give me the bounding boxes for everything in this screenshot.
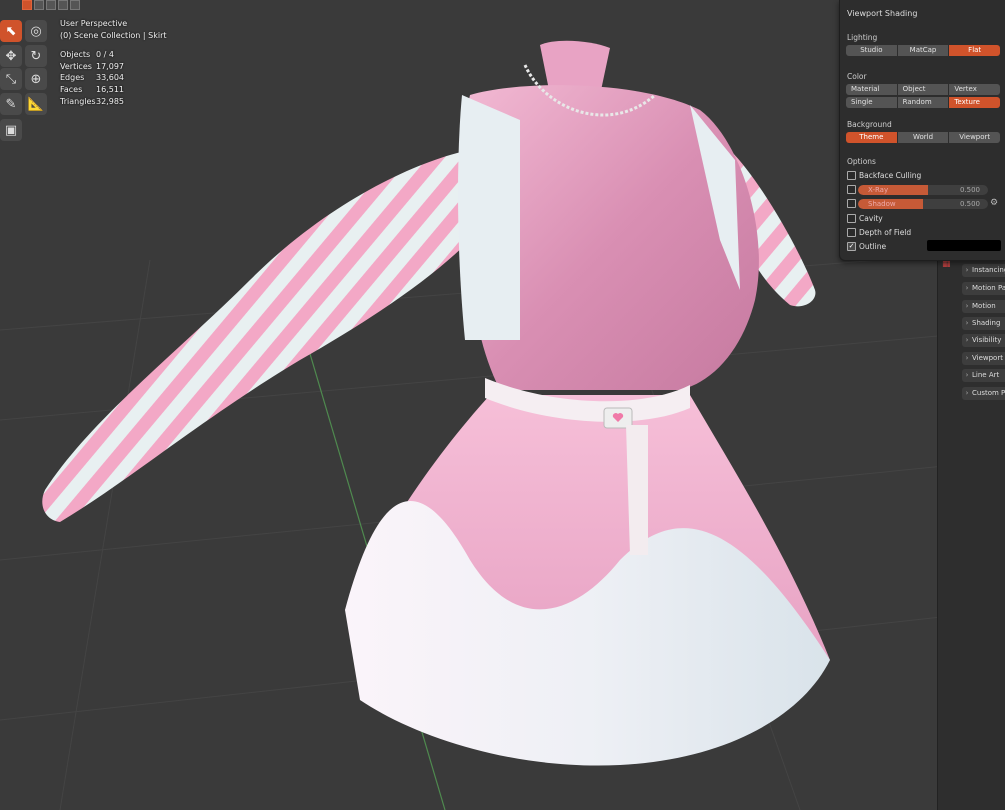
panel-shading[interactable]: › Shading [962,317,1005,330]
gear-icon[interactable]: ⚙ [990,198,998,208]
add-cube-tool-icon[interactable]: ▣ [0,119,22,141]
panel-visibility[interactable]: › Visibility [962,334,1005,347]
select-extend-icon[interactable] [34,0,44,10]
rotate-tool-icon[interactable]: ↻ [25,45,47,67]
chevron-right-icon: › [965,354,969,362]
color-object-button[interactable]: Object [897,84,950,95]
shadow-value: 0.500 [959,200,980,208]
chevron-right-icon: › [965,371,969,379]
checkbox-icon [847,214,856,223]
color-single-button[interactable]: Single [846,97,898,108]
measure-tool-icon[interactable]: 📐 [25,93,47,115]
popover-title: Viewport Shading [847,9,918,18]
lighting-flat-button[interactable]: Flat [949,45,1001,56]
stat-row: Triangles 32,985 [60,96,124,106]
xray-slider[interactable]: X-Ray 0.500 [858,185,988,195]
background-theme-button[interactable]: Theme [846,132,898,143]
checkbox-icon [847,185,856,194]
panel-line-art[interactable]: › Line Art [962,369,1005,382]
color-vertex-button[interactable]: Vertex [949,84,1001,95]
collection-name: (0) Scene Collection | Skirt [60,30,167,40]
lighting-label: Lighting [847,33,878,42]
checkbox-icon [847,228,856,237]
chevron-right-icon: › [965,389,969,397]
outline-color-swatch[interactable] [927,240,1001,251]
chevron-right-icon: › [965,336,969,344]
panel-custom-properties[interactable]: › Custom P [962,387,1005,400]
xray-label: X-Ray [868,186,889,194]
checkbox-icon [847,171,856,180]
transform-tool-icon[interactable]: ⊕ [25,68,47,90]
outline-checkbox[interactable]: ✓ Outline [847,242,886,251]
chevron-right-icon: › [965,284,969,292]
panel-motion-paths[interactable]: ›Motion Paths [962,282,1005,295]
panel-motion[interactable]: › Motion [962,300,1005,313]
viewport-info: User Perspective (0) Scene Collection | … [60,18,167,41]
scale-tool-icon[interactable]: ⤡ [0,68,22,90]
left-sleeve [42,150,470,522]
stat-row: Faces 16,511 [60,85,124,95]
background-label: Background [847,120,892,129]
lighting-studio-button[interactable]: Studio [846,45,898,56]
color-label: Color [847,72,867,81]
stat-row: Objects 0 / 4 [60,50,114,59]
scene-statistics: Objects 0 / 4 Vertices 17,097 Edges 33,604 … [60,49,124,108]
panel-instancing[interactable]: › Instancing [962,264,1005,277]
shadow-slider[interactable]: Shadow 0.500 [858,199,988,209]
xray-value: 0.500 [959,186,980,194]
color-random-button[interactable]: Random [897,97,950,108]
select-subtract-icon[interactable] [46,0,56,10]
lighting-options: Studio MatCap Flat [846,45,1001,56]
backface-culling-checkbox[interactable]: Backface Culling [847,171,921,180]
color-options-row2: Single Random Texture [846,97,1001,108]
chevron-right-icon: › [965,319,969,327]
chevron-right-icon: › [965,302,969,310]
checkbox-icon [847,199,856,208]
options-label: Options [847,157,876,166]
move-tool-icon[interactable]: ✥ [0,45,22,67]
view-name: User Perspective [60,19,128,28]
cavity-checkbox[interactable]: Cavity [847,214,883,223]
background-options: Theme World Viewport [846,132,1001,143]
select-intersect-icon[interactable] [70,0,80,10]
chevron-right-icon: › [965,266,969,274]
stat-row: Edges 33,604 [60,73,124,83]
checkmark-icon: ✓ [847,242,856,251]
select-box-mode-icon[interactable] [22,0,32,10]
properties-panel: ›Instancing ›Motion Paths ›Motion ›Shadi… [937,260,1005,810]
select-tool-icon[interactable]: ⬉ [0,20,22,42]
color-material-button[interactable]: Material [846,84,898,95]
mode-icons [22,0,80,10]
viewport-shading-popover: Viewport Shading Lighting Studio MatCap … [839,0,1005,261]
panel-viewport[interactable]: › Viewport [962,352,1005,365]
color-options-row1: Material Object Vertex [846,84,1001,95]
shadow-label: Shadow [868,200,896,208]
annotate-tool-icon[interactable]: ✎ [0,93,22,115]
bodice-white-panel-left [458,95,520,340]
cursor-tool-icon[interactable]: ◎ [25,20,47,42]
stat-row: Vertices 17,097 [60,61,124,71]
color-texture-button[interactable]: Texture [949,97,1001,108]
background-viewport-button[interactable]: Viewport [949,132,1001,143]
background-world-button[interactable]: World [897,132,950,143]
lighting-matcap-button[interactable]: MatCap [897,45,950,56]
depth-of-field-checkbox[interactable]: Depth of Field [847,228,911,237]
select-invert-icon[interactable] [58,0,68,10]
